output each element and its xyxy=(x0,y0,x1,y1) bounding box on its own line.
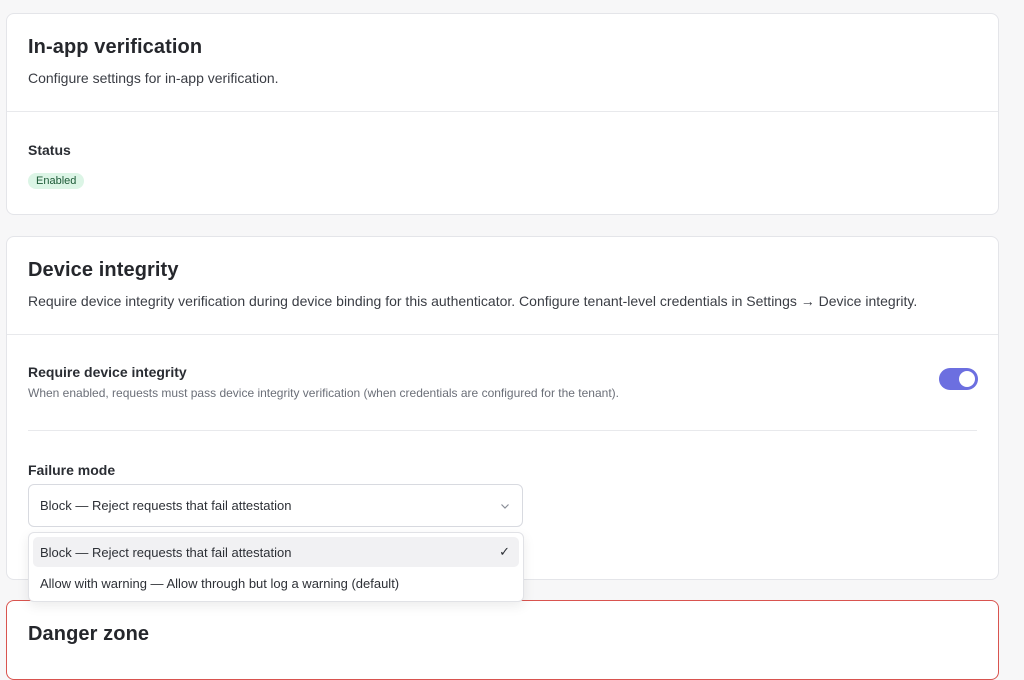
check-icon: ✓ xyxy=(499,544,510,559)
chevron-down-icon xyxy=(501,503,509,509)
inapp-verification-card: In-app verification Configure settings f… xyxy=(6,13,999,215)
require-integrity-toggle[interactable] xyxy=(939,368,978,390)
option-label: Allow with warning — Allow through but l… xyxy=(40,575,400,591)
failure-mode-option-block[interactable]: Block — Reject requests that fail attest… xyxy=(33,537,519,567)
failure-mode-label: Failure mode xyxy=(28,462,116,478)
device-description: Require device integrity verification du… xyxy=(28,293,918,309)
failure-mode-select[interactable]: Block — Reject requests that fail attest… xyxy=(28,484,523,527)
failure-mode-selected-value: Block — Reject requests that fail attest… xyxy=(40,498,292,513)
status-badge: Enabled xyxy=(28,173,85,189)
device-title: Device integrity xyxy=(28,259,179,281)
option-label: Block — Reject requests that fail attest… xyxy=(40,544,292,560)
require-integrity-hint: When enabled, requests must pass device … xyxy=(28,386,619,400)
toggle-knob xyxy=(959,371,975,387)
inapp-title: In-app verification xyxy=(28,36,203,58)
device-integrity-card: Device integrity Require device integrit… xyxy=(6,236,999,580)
danger-zone-card: Danger zone xyxy=(6,600,999,680)
failure-mode-option-allow-warning[interactable]: Allow with warning — Allow through but l… xyxy=(33,568,519,598)
require-integrity-label: Require device integrity xyxy=(28,364,187,380)
status-label: Status xyxy=(28,142,71,158)
danger-zone-title: Danger zone xyxy=(28,623,150,645)
inapp-description: Configure settings for in-app verificati… xyxy=(28,70,279,86)
failure-mode-dropdown: Block — Reject requests that fail attest… xyxy=(28,532,524,602)
